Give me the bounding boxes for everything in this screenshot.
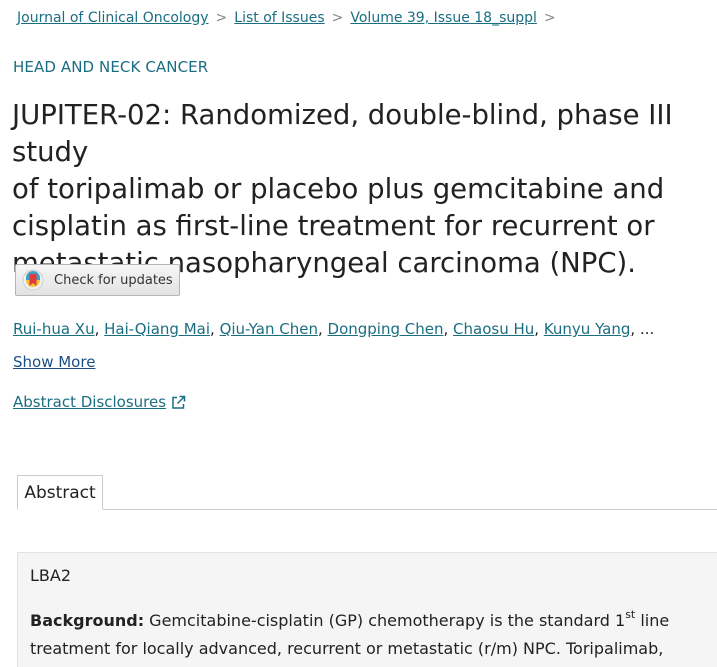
author-link[interactable]: Dongping Chen bbox=[328, 320, 444, 338]
background-label: Background: bbox=[30, 611, 145, 630]
tabs-divider bbox=[17, 509, 717, 510]
abstract-line: Gemcitabine-cisplatin (GP) chemotherapy … bbox=[144, 611, 626, 630]
author-link[interactable]: Kunyu Yang bbox=[544, 320, 631, 338]
superscript: st bbox=[625, 608, 636, 621]
breadcrumb-separator: > bbox=[331, 10, 344, 26]
abstract-disclosures-link[interactable]: Abstract Disclosures bbox=[13, 393, 186, 411]
breadcrumb-journal-link[interactable]: Journal of Clinical Oncology bbox=[17, 10, 209, 26]
author-link[interactable]: Chaosu Hu bbox=[453, 320, 534, 338]
show-more-link[interactable]: Show More bbox=[13, 353, 95, 371]
abstract-line: treatment for locally advanced, recurren… bbox=[30, 639, 664, 658]
breadcrumb-separator: > bbox=[543, 10, 556, 26]
tab-abstract[interactable]: Abstract bbox=[17, 475, 103, 510]
author-link[interactable]: Qiu-Yan Chen bbox=[220, 320, 318, 338]
breadcrumb: Journal of Clinical Oncology > List of Iss… bbox=[17, 10, 563, 26]
external-link-icon bbox=[172, 395, 186, 409]
breadcrumb-volume-link[interactable]: Volume 39, Issue 18_suppl bbox=[350, 10, 537, 26]
abstract-line: line bbox=[635, 611, 670, 630]
section-label: HEAD AND NECK CANCER bbox=[13, 58, 209, 76]
title-line: JUPITER-02: Randomized, double-blind, ph… bbox=[12, 99, 673, 168]
breadcrumb-issues-link[interactable]: List of Issues bbox=[234, 10, 324, 26]
crossmark-icon bbox=[22, 269, 44, 291]
author-link[interactable]: Rui-hua Xu bbox=[13, 320, 95, 338]
article-title: JUPITER-02: Randomized, double-blind, ph… bbox=[12, 97, 712, 282]
title-line: cisplatin as first-line treatment for re… bbox=[12, 210, 655, 242]
abstract-panel: LBA2 Background: Gemcitabine-cisplatin (… bbox=[17, 552, 717, 667]
author-list: Rui-hua Xu, Hai-Qiang Mai, Qiu-Yan Chen,… bbox=[13, 320, 655, 338]
author-link[interactable]: Hai-Qiang Mai bbox=[104, 320, 210, 338]
abstract-disclosures-label: Abstract Disclosures bbox=[13, 393, 167, 411]
abstract-text: Background: Gemcitabine-cisplatin (GP) c… bbox=[30, 607, 717, 663]
breadcrumb-separator: > bbox=[215, 10, 228, 26]
abstract-id: LBA2 bbox=[30, 566, 72, 585]
authors-ellipsis: ... bbox=[639, 320, 655, 338]
title-line: of toripalimab or placebo plus gemcitabi… bbox=[12, 173, 665, 205]
check-for-updates-label: Check for updates bbox=[54, 272, 173, 288]
check-for-updates-button[interactable]: Check for updates bbox=[15, 264, 180, 296]
